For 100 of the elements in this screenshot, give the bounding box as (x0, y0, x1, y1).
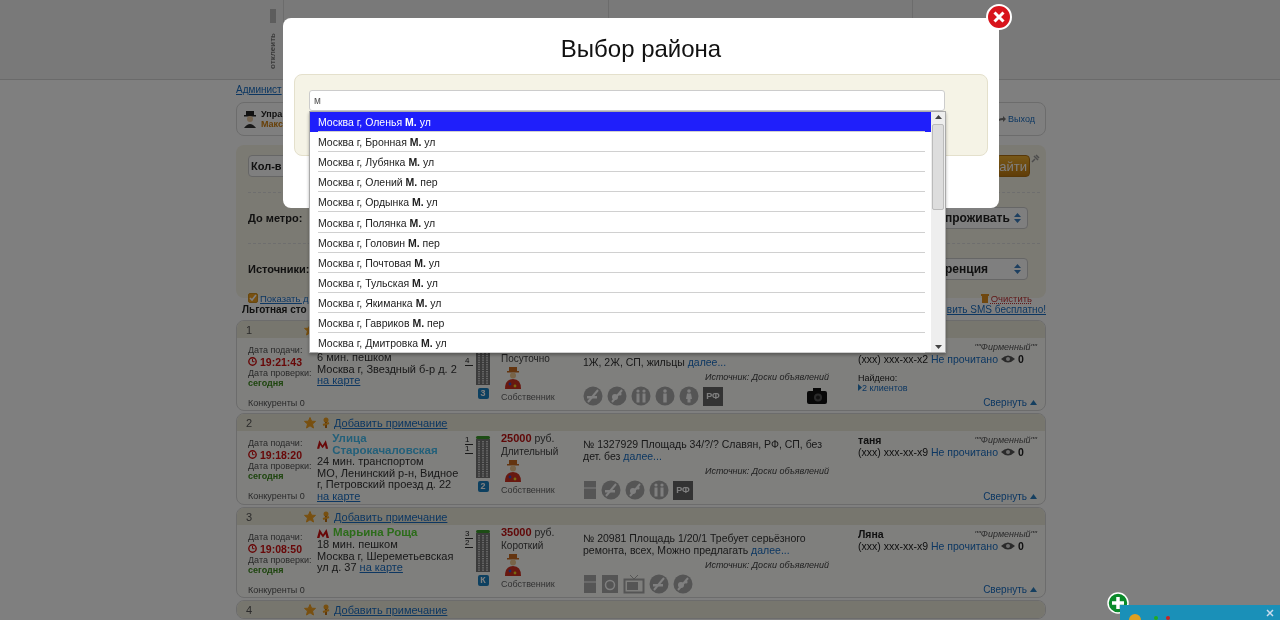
phone-number: (xxx) xxx-xx-x9 (858, 540, 928, 552)
collapse-link[interactable]: Свернуть (983, 396, 1037, 408)
eye-icon (1001, 448, 1015, 457)
more-link[interactable]: далее... (751, 544, 790, 556)
submitted-time: 19:08:50 (248, 542, 317, 555)
competitors-count: Конкуренты 0 (248, 584, 306, 595)
admin-link[interactable]: Админист (236, 84, 282, 95)
suggestion-item[interactable]: Москва г, Бронная М. ул (310, 132, 931, 153)
suggestion-item[interactable]: Москва г, Ордынка М. ул (310, 192, 931, 213)
read-status-link[interactable]: Не прочитано (931, 353, 998, 365)
checkbox[interactable] (248, 293, 258, 303)
source-text: Источник: Доски объявлений (705, 371, 829, 383)
more-link[interactable]: далее... (687, 356, 727, 368)
pin-icon[interactable] (1031, 154, 1040, 163)
user-name: Макс (261, 119, 283, 129)
listing-number: 4 (246, 603, 254, 616)
no-smoking-icon (601, 480, 621, 500)
suggestion-item[interactable]: Москва г, Лубянка М. ул (310, 152, 931, 173)
building-badge: 2 (477, 481, 489, 492)
checked-value: сегодня (248, 471, 285, 482)
spinner-icon (1014, 264, 1021, 274)
suggestion-item[interactable]: Москва г, Дмитровка М. ул (310, 333, 931, 354)
star-icon[interactable] (304, 510, 316, 523)
amenity-tag: РФ (673, 480, 693, 500)
contact-name: таня (858, 435, 882, 447)
handle-icon[interactable] (269, 9, 276, 23)
clock-icon (248, 450, 257, 459)
collapse-link[interactable]: Свернуть (983, 490, 1037, 502)
unpin-label[interactable]: отклеить (268, 33, 277, 69)
man-icon (655, 386, 675, 406)
address-text: Москва г, Шереметьевская ул д. 37 на карте (317, 550, 455, 574)
owner-label: Собственник (501, 392, 556, 403)
floor-number: 1 (465, 445, 473, 454)
add-note-link[interactable]: Добавить примечание (334, 510, 448, 523)
suggestion-item[interactable]: Москва г, Головин М. пер (310, 232, 931, 253)
caret-up-icon (1030, 493, 1037, 499)
price-text: 35000 руб. (501, 526, 555, 538)
travel-time: 6 мин. пешком (317, 352, 393, 364)
add-note-link[interactable]: Добавить примечание (334, 603, 448, 616)
listing-number: 2 (246, 416, 254, 429)
couple-icon (631, 386, 651, 406)
more-link[interactable]: далее... (623, 450, 662, 462)
checked-label: Дата проверки: (248, 367, 313, 378)
chat-icon[interactable] (1128, 612, 1142, 620)
phone-number: (xxx) xxx-xx-x9 (858, 446, 928, 458)
no-pets-icon (607, 386, 627, 406)
camera-icon[interactable] (807, 388, 827, 404)
collapse-link[interactable]: Свернуть (983, 583, 1037, 595)
submitted-label: Дата подачи: (248, 532, 304, 543)
address-text: МО, Ленинский р-н, Видное г, Петровский проезд д. 22 на карте (317, 467, 460, 502)
floor-number: 4 (465, 357, 473, 366)
owner-icon (503, 460, 523, 482)
suggestion-item[interactable]: Москва г, Олений М. пер (310, 172, 931, 193)
read-status-link[interactable]: Не прочитано (931, 540, 998, 552)
metro-station: Марьина Роща (333, 527, 418, 539)
star-icon[interactable] (304, 416, 316, 429)
suggestion-item[interactable]: Москва г, Почтовая М. ул (310, 252, 931, 273)
checked-label: Дата проверки: (248, 554, 313, 565)
scroll-down-icon[interactable] (934, 345, 942, 349)
sms-link[interactable]: вить SMS бесплатно! (946, 303, 1046, 315)
dialog-title: Выбор района (559, 34, 723, 64)
eye-icon (1001, 355, 1015, 364)
suggestion-item[interactable]: Москва г, Оленья М. ул (310, 112, 931, 133)
suggestion-item[interactable]: Москва г, Якиманка М. ул (310, 292, 931, 313)
star-icon[interactable] (304, 603, 316, 616)
metro-station: Улица Старокачаловская (332, 433, 439, 456)
map-link[interactable]: на карте (359, 561, 403, 573)
show-link[interactable]: Показать д (260, 292, 309, 304)
suggestion-item[interactable]: Москва г, Гавриков М. пер (310, 312, 931, 334)
scroll-up-icon[interactable] (934, 115, 942, 119)
user-role: Упра (261, 109, 283, 119)
map-link[interactable]: на карте (317, 374, 361, 386)
washer-icon (601, 574, 619, 594)
logout-link[interactable]: Выход (996, 114, 1035, 124)
read-status-link[interactable]: Не прочитано (931, 446, 998, 458)
brand-tag: ""Фирменный"" (974, 435, 1037, 447)
no-smoking-icon (583, 386, 603, 406)
suggestion-item[interactable]: Москва г, Полянка М. ул (310, 212, 931, 233)
add-note-link[interactable]: Добавить примечание (334, 416, 448, 429)
description-text: № 20981 Площадь 1/20/1 Требует серьёзного ремонта, всех, Можно предлагать далее... (583, 532, 807, 556)
exit-arrow-icon (996, 114, 1007, 124)
district-search-field[interactable]: м (309, 90, 945, 111)
submitted-label: Дата подачи: (248, 345, 304, 356)
listing-number: 1 (246, 323, 254, 336)
map-link[interactable]: на карте (317, 489, 361, 502)
contact-name: Ляна (858, 529, 884, 541)
address-text: Москва г, Звездный б-р д. 2 на карте (317, 363, 458, 387)
clients-link[interactable]: 2 клиентов (858, 383, 1037, 393)
clear-link[interactable]: Очистить (990, 292, 1032, 304)
scroll-thumb[interactable] (932, 124, 944, 210)
suggestion-item[interactable]: Москва г, Тульская М. ул (310, 272, 931, 293)
rent-term: Короткий (501, 540, 545, 551)
building-icon (475, 436, 491, 478)
close-icon[interactable] (1266, 608, 1274, 617)
view-count: 0 (1018, 446, 1024, 458)
scrollbar[interactable] (931, 112, 945, 352)
tv-icon (623, 574, 645, 594)
building-badge: К (477, 575, 489, 586)
submitted-time: 19:18:20 (248, 448, 317, 461)
submitted-label: Дата подачи: (248, 438, 304, 449)
